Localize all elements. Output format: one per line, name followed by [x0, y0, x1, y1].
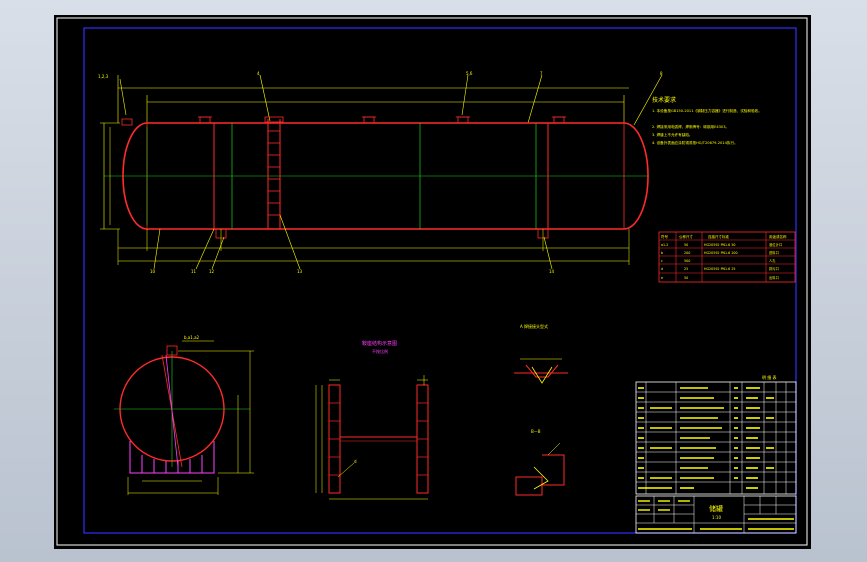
- nozzle-cell: 排污口: [769, 266, 779, 271]
- nozzle-cell: 25: [684, 267, 688, 271]
- bill-of-materials: 明 细 表: [635, 374, 797, 495]
- svg-text:b,a1,a2: b,a1,a2: [184, 335, 200, 340]
- nozzle-cell: HG20592 PN1.6 50: [704, 243, 736, 247]
- nozzle-cell: 500: [684, 259, 690, 263]
- nozzle-cell: 出料口: [769, 275, 779, 280]
- svg-text:10: 10: [150, 269, 156, 274]
- nozzle-cell: 50: [684, 243, 688, 247]
- nozzle-cell: 液位计口: [769, 242, 782, 247]
- nozzle-header: 公称尺寸: [679, 234, 693, 239]
- tech-req-line: 1. 本设备按GB150-2011《钢制压力容器》进行制造、试验和验收。: [652, 108, 762, 113]
- title-block-scale: 1:10: [712, 515, 721, 520]
- tech-req-line: 4. 设备外表面应涂防锈漆按HG/T20679-2014执行。: [652, 140, 738, 145]
- manway-ladder: [264, 116, 284, 229]
- weld-details: A 焊接接头型式 B—B: [514, 323, 568, 496]
- technical-requirements: 技术要求 1. 本设备按GB150-2011《钢制压力容器》进行制造、试验和验收…: [652, 96, 762, 145]
- saddle-structure: 鞍座结构示意图 不按比例 d: [315, 340, 429, 500]
- nozzle-cell: e: [661, 276, 663, 280]
- title-block-name: 储罐: [709, 504, 723, 513]
- svg-text:14: 14: [549, 269, 555, 274]
- tech-req-line: 3. 焊缝上不允许有缺陷。: [652, 132, 693, 137]
- nozzle-cell: a1-2: [661, 243, 668, 247]
- nozzle-cell: HG20592 PN1.6 200: [704, 251, 738, 255]
- bom-header: 明 细 表: [762, 374, 777, 380]
- nozzle-cell: d: [661, 267, 663, 271]
- cad-viewport[interactable]: 1,2,3 4 5,6 7 8 10 11 12 13 14 技术要求 1. 本…: [0, 0, 867, 562]
- nozzle-cell: 进料口: [769, 250, 779, 255]
- svg-text:1,2,3: 1,2,3: [98, 74, 109, 79]
- nozzle-header: 用途或名称: [769, 234, 787, 239]
- title-block: 储罐 1:10: [635, 495, 797, 534]
- drawing-sheet: 1,2,3 4 5,6 7 8 10 11 12 13 14 技术要求 1. 本…: [54, 15, 811, 549]
- svg-text:11: 11: [191, 269, 197, 274]
- nozzle-cell: 200: [684, 251, 690, 255]
- detail-b-label: B—B: [531, 429, 541, 434]
- nozzle-cell: c: [661, 259, 663, 263]
- svg-text:5,6: 5,6: [466, 71, 473, 76]
- svg-text:12: 12: [209, 269, 215, 274]
- end-view: b,a1,a2: [114, 335, 254, 495]
- tech-req-title: 技术要求: [652, 96, 676, 104]
- detail-title: A 焊接接头型式: [520, 323, 548, 329]
- nozzle-cell: HG20592 PN1.6 25: [704, 267, 736, 271]
- tech-req-line: 2. 焊接采用电弧焊，焊条牌号：碳钢用E4303。: [652, 124, 729, 129]
- section-title: 鞍座结构示意图: [362, 340, 397, 347]
- svg-text:4: 4: [257, 71, 260, 76]
- outer-frame: [56, 17, 808, 546]
- nozzle-header: 连接尺寸标准: [708, 234, 729, 239]
- nozzle-header: 符号: [661, 234, 669, 239]
- svg-text:d: d: [354, 459, 357, 464]
- nozzle-cell: 人孔: [769, 258, 776, 263]
- nozzle-table: 符号 公称尺寸 连接尺寸标准 用途或名称 a1-2 50 HG20592 PN1…: [658, 231, 796, 283]
- nozzle-cell: 50: [684, 276, 688, 280]
- svg-text:8: 8: [660, 71, 663, 76]
- svg-text:7: 7: [540, 71, 543, 76]
- svg-text:13: 13: [297, 269, 303, 274]
- section-subtitle: 不按比例: [372, 348, 388, 354]
- vessel-elevation: 1,2,3 4 5,6 7 8 10 11 12 13 14: [98, 71, 663, 274]
- nozzle-cell: b: [661, 251, 663, 255]
- drawing-canvas: 1,2,3 4 5,6 7 8 10 11 12 13 14 技术要求 1. 本…: [56, 17, 808, 546]
